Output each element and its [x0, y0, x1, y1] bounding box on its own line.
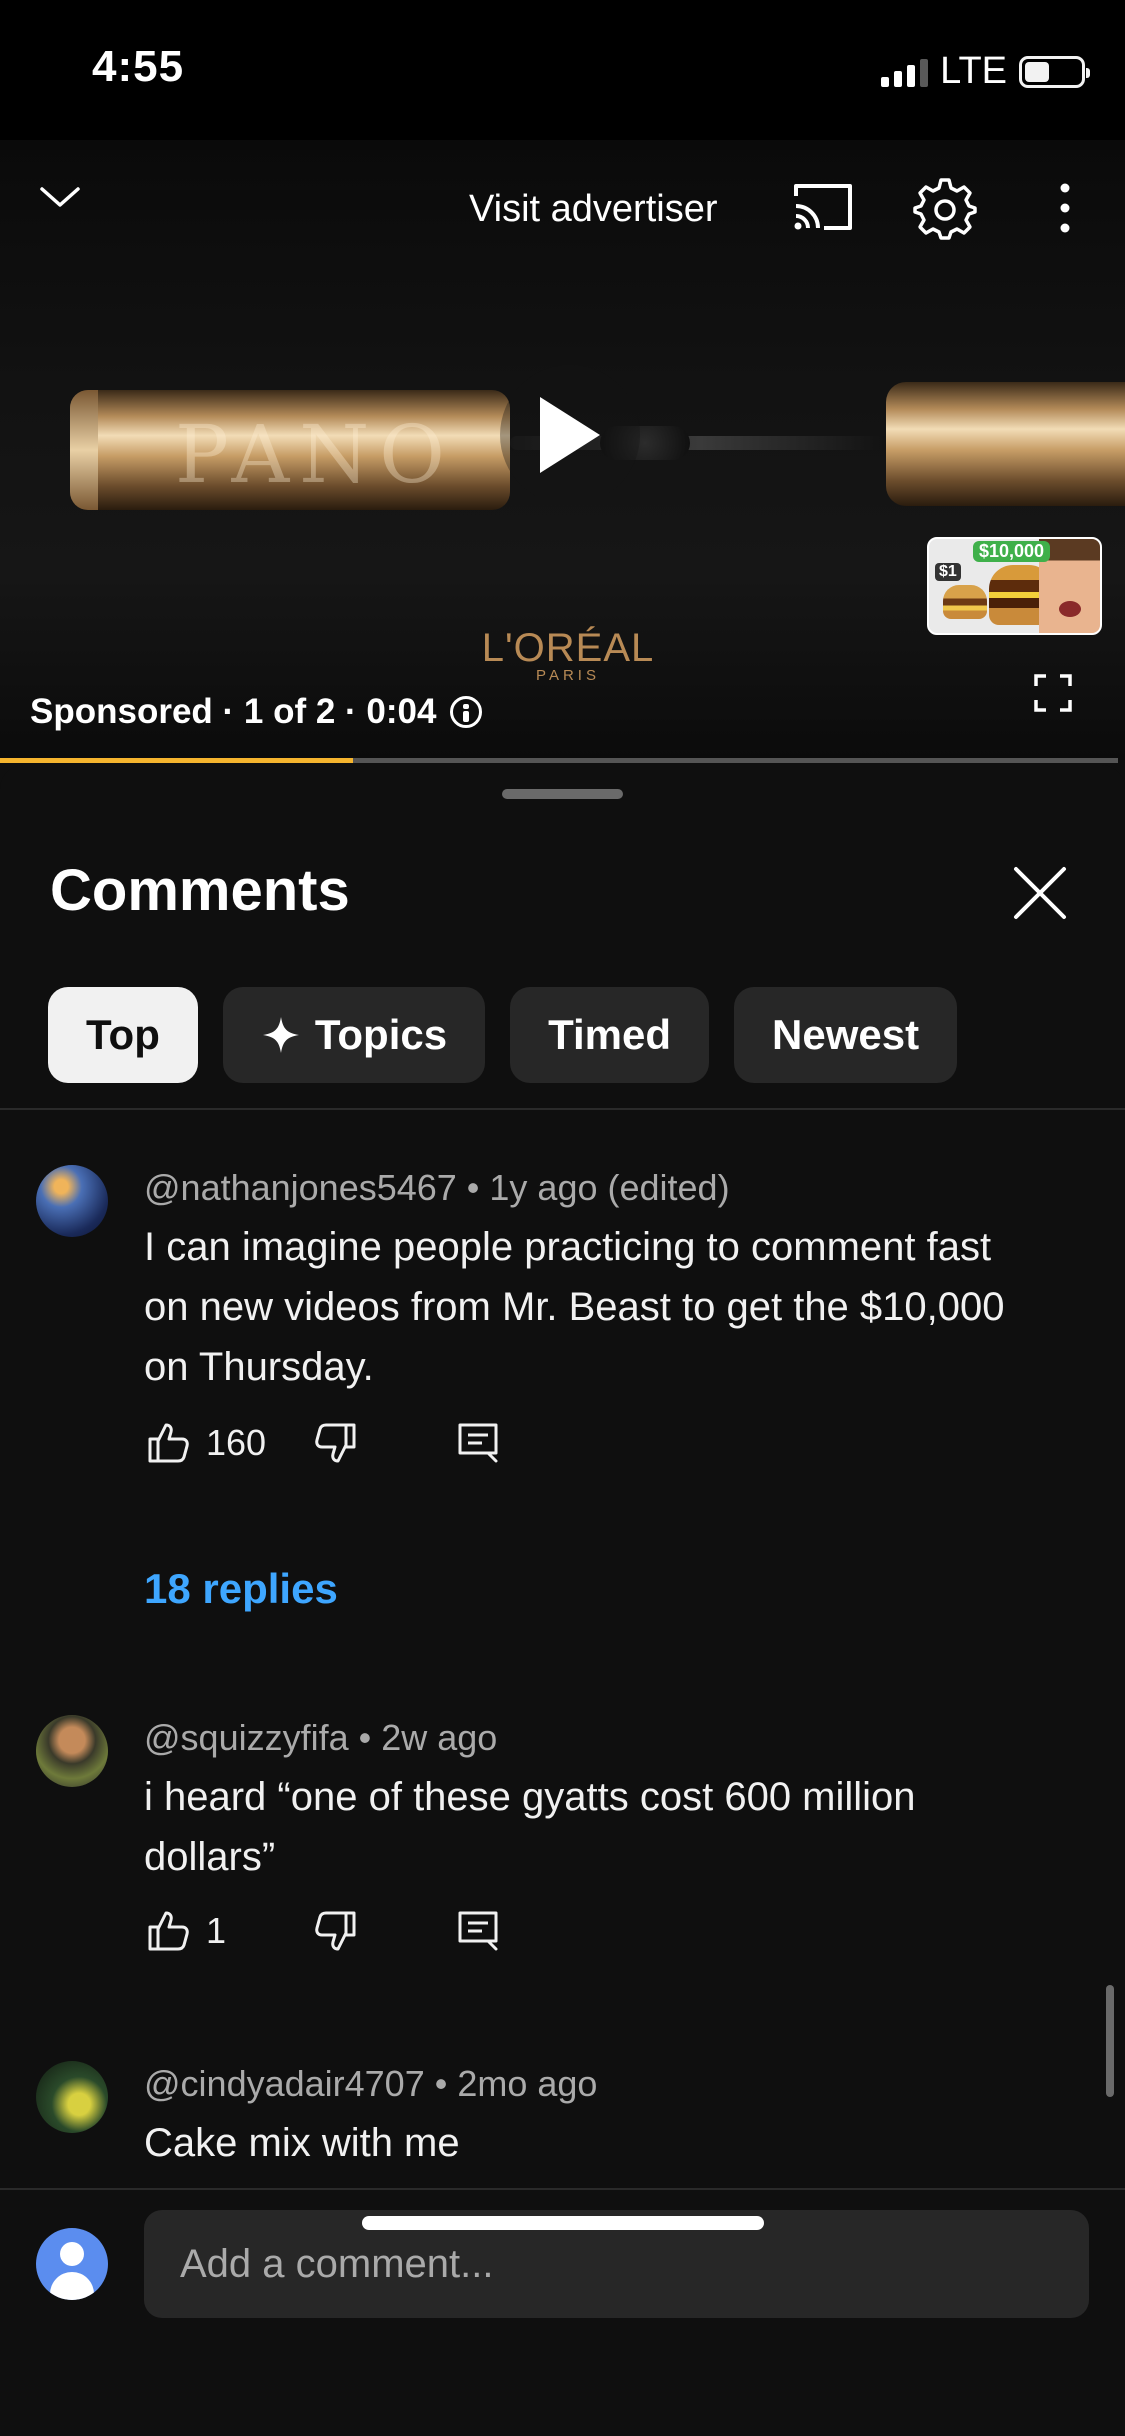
reply-icon[interactable] — [454, 1907, 502, 1955]
sort-chips: Top Topics Timed Newest — [48, 987, 958, 1083]
close-icon[interactable] — [1010, 863, 1070, 923]
comment-meta: @squizzyfifa • 2w ago — [144, 1717, 498, 1758]
like-count: 160 — [206, 1422, 267, 1463]
thumbs-down-icon[interactable] — [312, 1907, 360, 1955]
chip-label: Top — [86, 1011, 160, 1058]
comment-actions: 1 — [144, 1901, 502, 1961]
product-cap — [886, 382, 1125, 506]
divider — [0, 1108, 1125, 1110]
chip-newest[interactable]: Newest — [734, 987, 958, 1083]
comment-text: I can imagine people practicing to comme… — [144, 1225, 1005, 1389]
chip-timed[interactable]: Timed — [510, 987, 710, 1083]
cast-icon[interactable] — [790, 180, 856, 234]
play-button[interactable] — [500, 365, 640, 505]
chip-label: Newest — [772, 1011, 920, 1058]
comment-meta: @cindyadair4707 • 2mo ago — [144, 2063, 598, 2104]
screen: 4:55 LTE Visit advertiser PANO $10,000 $… — [0, 0, 1125, 2436]
avatar[interactable] — [36, 2061, 108, 2133]
chip-top[interactable]: Top — [48, 987, 198, 1083]
signal-icon — [881, 57, 929, 87]
battery-icon — [1019, 55, 1090, 88]
thumbs-up-icon[interactable] — [144, 1907, 192, 1955]
status-time: 4:55 — [92, 42, 185, 91]
thumb-money-label: $10,000 — [973, 541, 1051, 562]
video-top-controls: Visit advertiser — [0, 140, 1125, 260]
visit-advertiser-button[interactable]: Visit advertiser — [469, 188, 718, 231]
thumb-burger-small — [943, 585, 987, 619]
ad-meta-text: Sponsored · 1 of 2 · 0:04 — [30, 692, 437, 731]
fullscreen-icon[interactable] — [1034, 674, 1072, 712]
chip-label: Topics — [314, 1011, 448, 1058]
comment-text: i heard “one of these gyatts cost 600 mi… — [144, 1775, 916, 1879]
sparkle-icon — [262, 1017, 299, 1053]
ad-progress-fill — [0, 758, 353, 763]
next-video-thumbnail[interactable]: $10,000 $1 — [927, 537, 1102, 635]
comment-meta: @nathanjones5467 • 1y ago (edited) — [144, 1167, 730, 1208]
network-label: LTE — [940, 50, 1007, 92]
avatar[interactable] — [36, 1165, 108, 1237]
product-engraving: PANO — [175, 408, 455, 501]
view-replies-link[interactable]: 18 replies — [144, 1565, 338, 1613]
battery-fill — [1025, 61, 1049, 82]
video-player[interactable]: Visit advertiser PANO $10,000 $1 L'ORÉAL… — [0, 140, 1125, 760]
comments-sheet: Comments Top Topics Timed Newest @nathan… — [0, 765, 1125, 2436]
page-title: Comments — [50, 858, 350, 923]
ad-progress-bar[interactable] — [0, 758, 1118, 763]
info-icon[interactable] — [450, 696, 483, 728]
comment-actions: 160 — [144, 1413, 502, 1473]
status-indicators: LTE — [881, 50, 1090, 93]
more-vert-icon[interactable] — [1050, 180, 1080, 236]
thumbs-up-icon[interactable] — [144, 1419, 192, 1467]
chip-topics[interactable]: Topics — [222, 987, 486, 1083]
ad-meta: Sponsored · 1 of 2 · 0:04 — [30, 692, 483, 732]
like-count: 1 — [206, 1910, 227, 1951]
avatar[interactable] — [36, 1715, 108, 1787]
brand-sub: PARIS — [536, 667, 600, 684]
gear-icon[interactable] — [913, 176, 977, 240]
reply-icon[interactable] — [454, 1419, 502, 1467]
chevron-down-icon[interactable] — [38, 175, 82, 219]
scrollbar[interactable] — [1106, 1985, 1114, 2097]
brand-name: L'ORÉAL — [481, 626, 655, 670]
thumbs-down-icon[interactable] — [312, 1419, 360, 1467]
user-avatar[interactable] — [36, 2228, 108, 2300]
chip-label: Timed — [548, 1011, 672, 1058]
thumb-price-label: $1 — [935, 563, 961, 581]
status-bar: 4:55 LTE — [0, 0, 1125, 140]
drag-handle[interactable] — [502, 789, 623, 799]
comment-text: Cake mix with me — [144, 2121, 460, 2165]
brand-logo: L'ORÉAL PARIS — [468, 628, 668, 684]
home-indicator — [362, 2216, 764, 2230]
product-image: PANO — [70, 390, 510, 510]
